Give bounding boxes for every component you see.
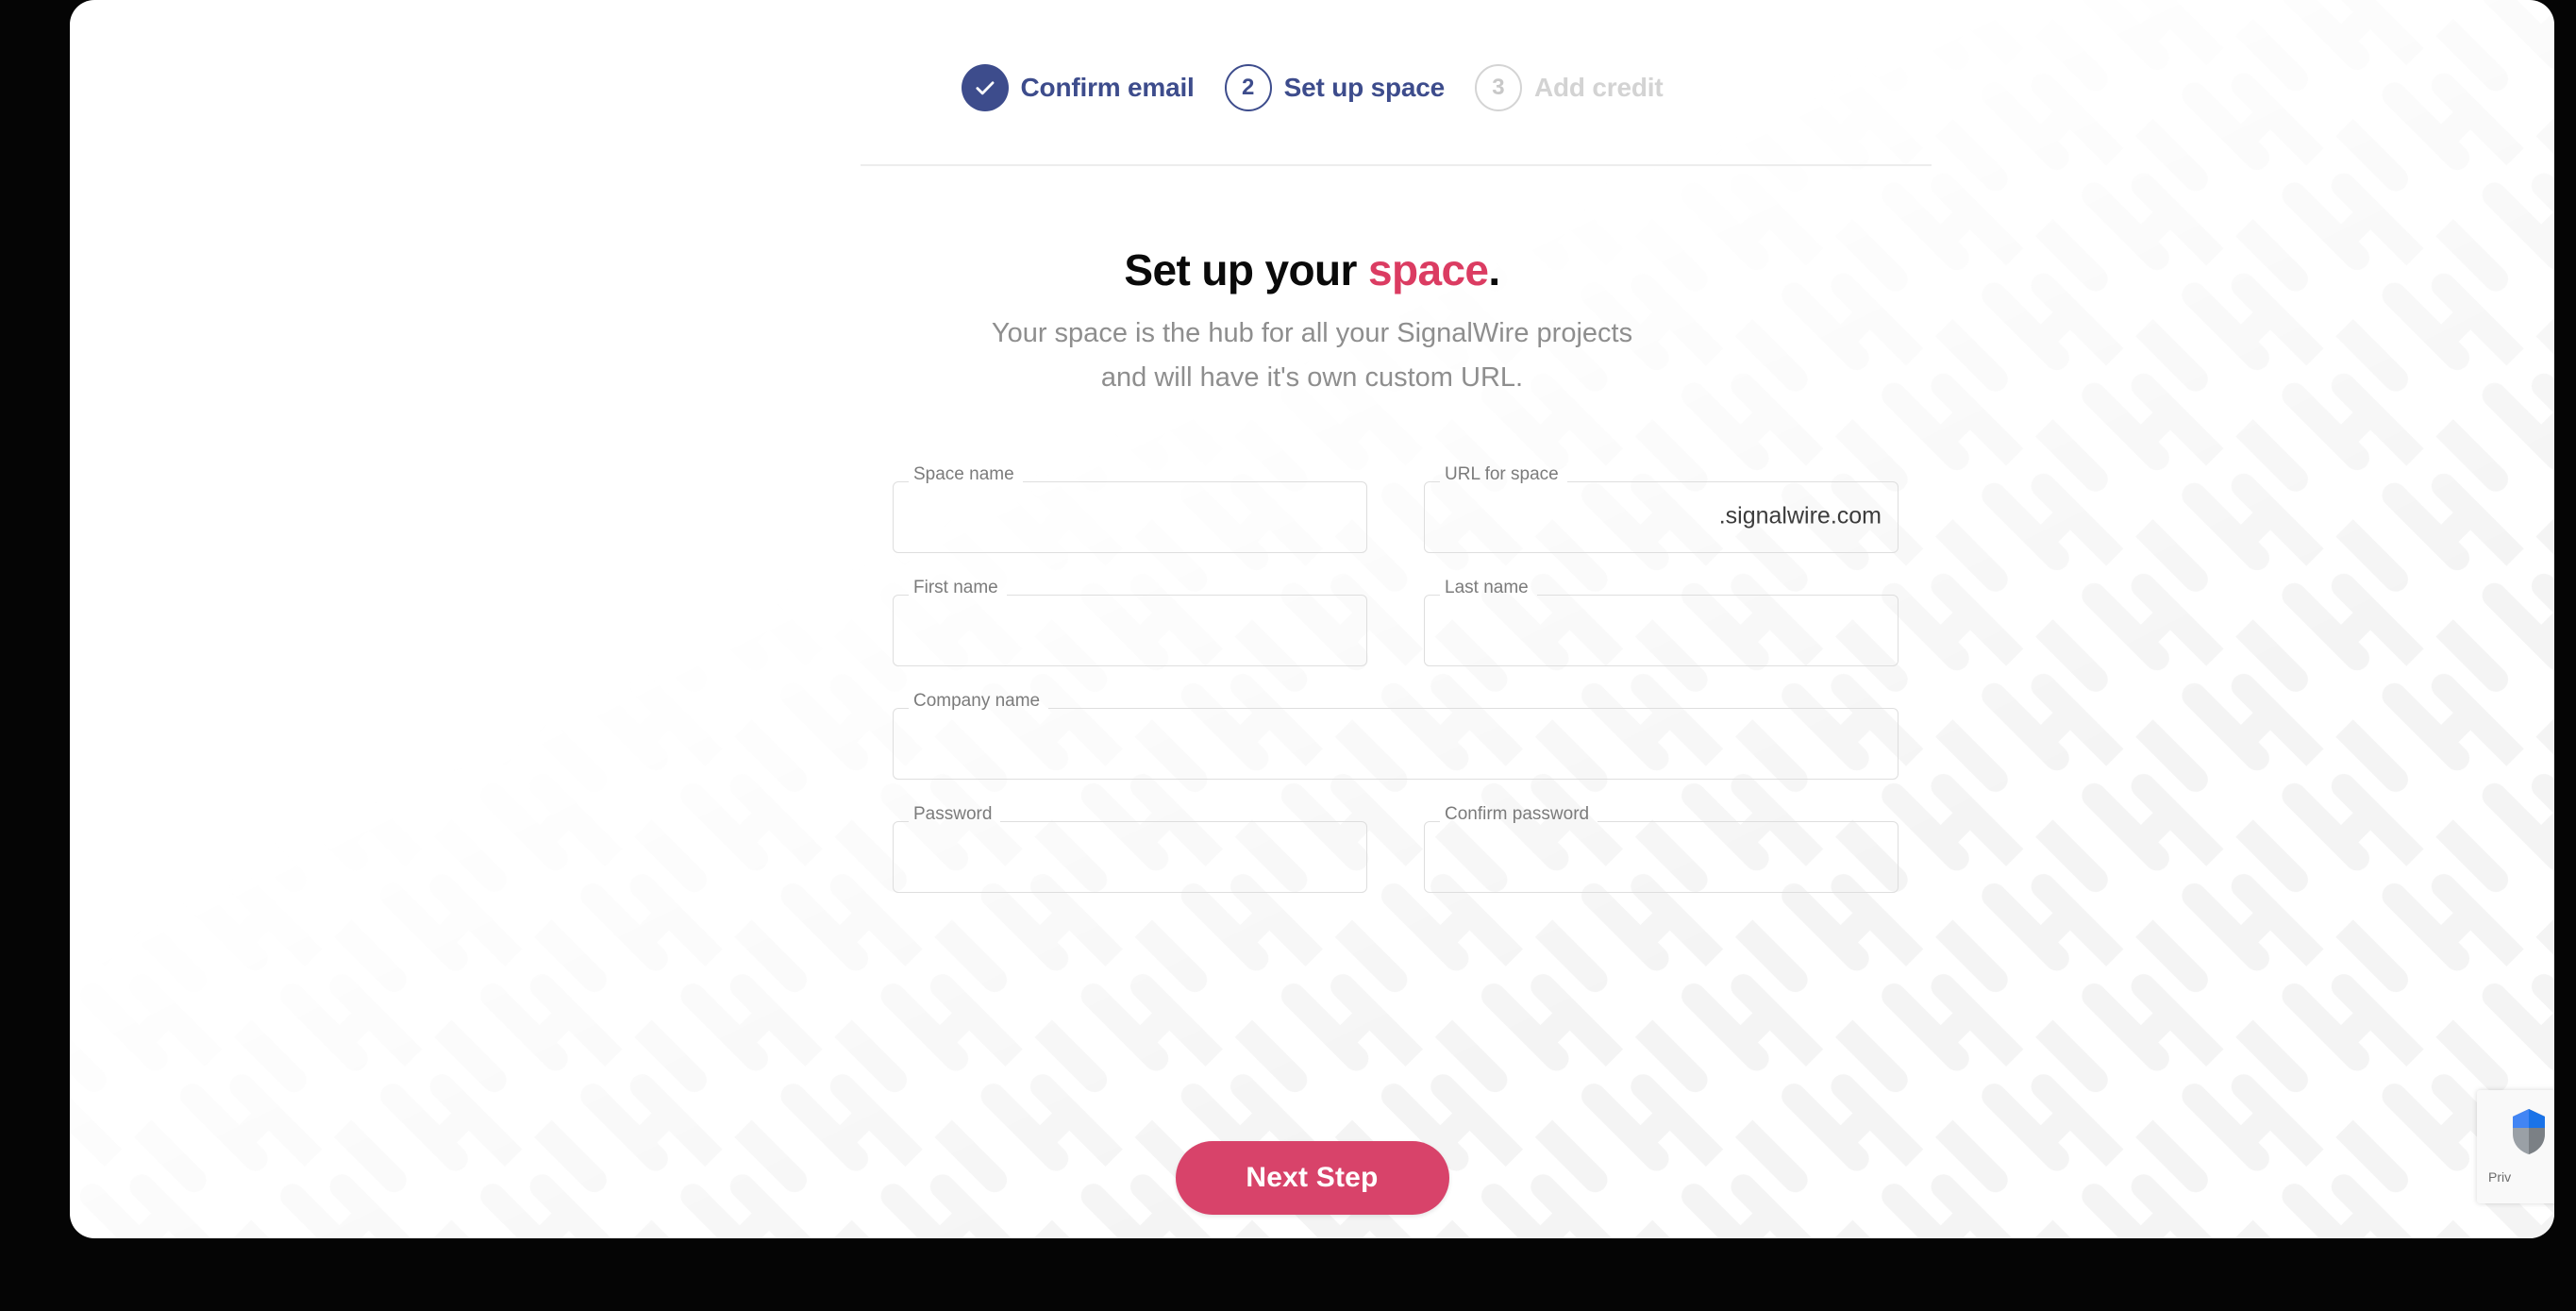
field-label-password: Password	[913, 804, 993, 824]
field-first-name[interactable]: First name First name	[893, 578, 1367, 666]
page-title: Set up your space.	[70, 244, 2554, 295]
company-name-input[interactable]	[893, 706, 1899, 780]
url-for-space-input[interactable]	[1424, 479, 1899, 553]
step-add-credit[interactable]: 3 Add credit	[1460, 64, 1678, 111]
field-label-confirm-password: Confirm password	[1445, 804, 1590, 824]
form-row-name: First name First name Last name Last nam…	[893, 578, 1899, 666]
field-url-for-space[interactable]: URL for space URL for space .signalwire.…	[1424, 464, 1899, 553]
confirm-password-input[interactable]	[1424, 819, 1899, 893]
form-row-space: Space name Space name URL for space URL …	[893, 464, 1899, 553]
space-setup-form: Space name Space name URL for space URL …	[893, 464, 1899, 893]
step-set-up-space[interactable]: 2 Set up space	[1210, 64, 1460, 111]
recaptcha-icon	[2513, 1109, 2545, 1154]
first-name-input[interactable]	[893, 593, 1367, 666]
last-name-input[interactable]	[1424, 593, 1899, 666]
field-space-name[interactable]: Space name Space name	[893, 464, 1367, 553]
cta-container: Next Step	[70, 1141, 2554, 1215]
onboarding-stepper: Confirm email 2 Set up space 3 Add credi…	[70, 64, 2554, 111]
step-number-2-badge: 2	[1224, 64, 1272, 111]
field-label-last-name: Last name	[1445, 578, 1529, 597]
page-card: Confirm email 2 Set up space 3 Add credi…	[70, 0, 2554, 1238]
field-label-first-name: First name	[913, 578, 998, 597]
step-confirm-email[interactable]: Confirm email	[946, 64, 1210, 111]
form-row-company: Company name Company name	[893, 691, 1899, 780]
next-step-button[interactable]: Next Step	[1175, 1141, 1449, 1215]
recaptcha-privacy-label: Priv	[2488, 1169, 2512, 1185]
step-number-3-badge: 3	[1474, 64, 1522, 111]
page-subtitle-line2: and will have it's own custom URL.	[1100, 362, 1524, 393]
page-title-suffix: .	[1488, 244, 1500, 294]
page-subtitle-line1: Your space is the hub for all your Signa…	[991, 318, 1633, 348]
field-label-space-name: Space name	[913, 464, 1014, 484]
field-password[interactable]: Password Password	[893, 804, 1367, 893]
field-last-name[interactable]: Last name Last name	[1424, 578, 1899, 666]
field-confirm-password[interactable]: Confirm password Confirm password	[1424, 804, 1899, 893]
field-label-url-for-space: URL for space	[1445, 464, 1559, 484]
form-row-password: Password Password Confirm password Confi…	[893, 804, 1899, 893]
screen-frame: Confirm email 2 Set up space 3 Add credi…	[0, 0, 2576, 1311]
field-label-company-name: Company name	[913, 691, 1041, 711]
step-label-confirm-email: Confirm email	[1020, 73, 1195, 102]
space-name-input[interactable]	[893, 479, 1367, 553]
page-title-accent: space	[1367, 244, 1489, 294]
recaptcha-badge[interactable]: Priv	[2477, 1090, 2554, 1203]
check-icon	[961, 64, 1009, 111]
password-input[interactable]	[893, 819, 1367, 893]
step-label-set-up-space: Set up space	[1283, 73, 1446, 102]
page-title-prefix: Set up your	[1124, 244, 1368, 294]
page-subtitle: Your space is the hub for all your Signa…	[70, 311, 2554, 400]
stepper-divider	[861, 164, 1932, 166]
step-label-add-credit: Add credit	[1533, 73, 1664, 102]
field-company-name[interactable]: Company name Company name	[893, 691, 1899, 780]
